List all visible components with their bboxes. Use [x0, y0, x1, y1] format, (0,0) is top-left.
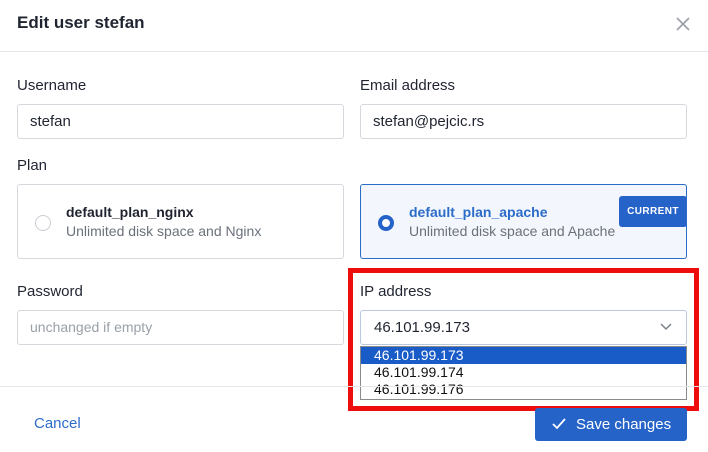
chevron-down-icon: [660, 323, 672, 331]
plan-option-nginx[interactable]: default_plan_nginx Unlimited disk space …: [17, 184, 344, 259]
save-changes-label: Save changes: [576, 416, 672, 433]
ip-option[interactable]: 46.101.99.174: [361, 364, 686, 381]
plan-description: Unlimited disk space and Apache: [409, 223, 616, 239]
current-badge: CURRENT: [619, 196, 686, 227]
close-icon[interactable]: [673, 14, 693, 34]
plan-label: Plan: [17, 157, 48, 174]
ip-address-selected-value: 46.101.99.173: [374, 319, 470, 336]
cancel-button[interactable]: Cancel: [34, 415, 81, 432]
dialog-title: Edit user stefan: [17, 13, 145, 32]
ip-address-select[interactable]: 46.101.99.173: [360, 310, 687, 345]
password-label: Password: [17, 283, 83, 300]
radio-unchecked[interactable]: [35, 215, 51, 231]
check-icon: [552, 418, 566, 430]
dialog-footer: Cancel Save changes: [0, 386, 708, 452]
username-label: Username: [17, 77, 87, 94]
plan-name: default_plan_nginx: [66, 204, 194, 220]
password-input[interactable]: unchanged if empty: [17, 310, 344, 345]
email-label: Email address: [360, 77, 456, 94]
ip-option[interactable]: 46.101.99.173: [361, 347, 686, 364]
radio-checked[interactable]: [378, 215, 394, 231]
dialog-header: Edit user stefan: [0, 0, 708, 52]
save-changes-button[interactable]: Save changes: [535, 408, 687, 441]
email-input[interactable]: stefan@pejcic.rs: [360, 104, 687, 139]
plan-description: Unlimited disk space and Nginx: [66, 223, 262, 239]
username-input[interactable]: stefan: [17, 104, 344, 139]
plan-option-apache[interactable]: default_plan_apache Unlimited disk space…: [360, 184, 687, 259]
ip-address-label: IP address: [360, 283, 432, 300]
plan-name: default_plan_apache: [409, 204, 548, 220]
